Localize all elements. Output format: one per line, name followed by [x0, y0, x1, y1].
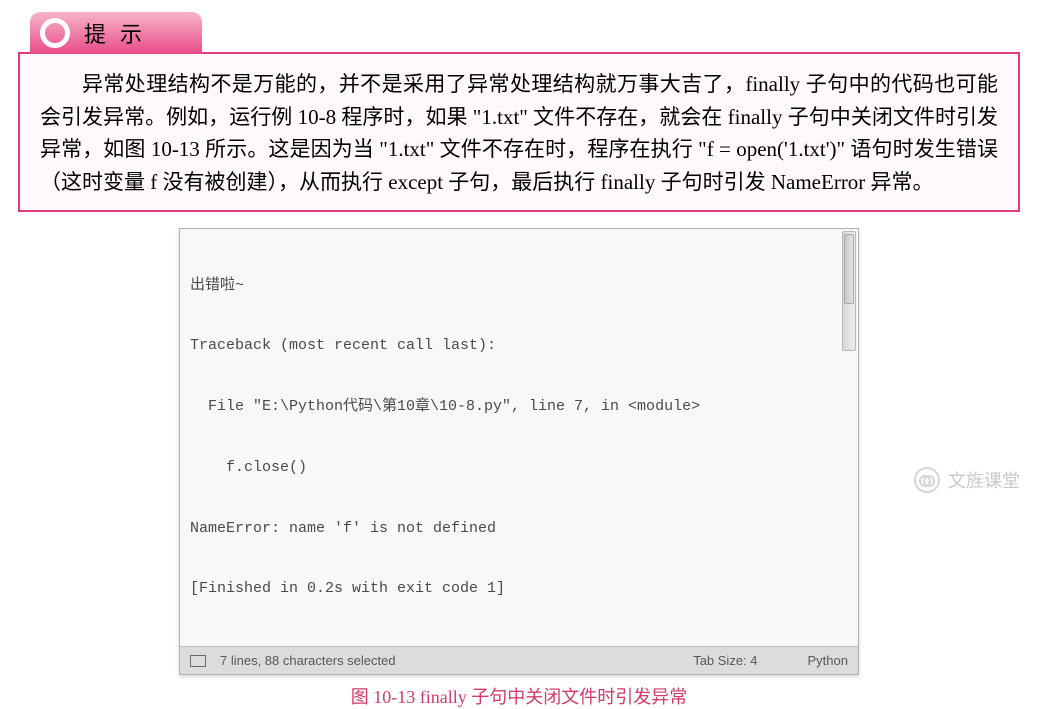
ring-icon: [40, 18, 70, 48]
output-line: File "E:\Python代码\第10章\10-8.py", line 7,…: [190, 397, 848, 417]
scrollbar-thumb[interactable]: [844, 234, 854, 304]
figure-caption: 图 10-13 finally 子句中关闭文件时引发异常: [0, 683, 1038, 709]
status-bar: 7 lines, 88 characters selected Tab Size…: [180, 646, 858, 674]
output-line: Traceback (most recent call last):: [190, 336, 848, 356]
watermark: 文旌课堂: [914, 467, 1020, 493]
callout-tab: 提示: [30, 12, 202, 54]
scrollbar[interactable]: [842, 231, 856, 351]
watermark-text: 文旌课堂: [948, 467, 1020, 493]
callout-box: 异常处理结构不是万能的，并不是采用了异常处理结构就万事大吉了，finally 子…: [18, 52, 1020, 212]
wechat-icon: [914, 467, 940, 493]
output-line: NameError: name 'f' is not defined: [190, 519, 848, 539]
code-output-body: 出错啦~ Traceback (most recent call last): …: [180, 229, 858, 646]
output-line: f.close(): [190, 458, 848, 478]
output-line: [Finished in 0.2s with exit code 1]: [190, 579, 848, 599]
status-syntax[interactable]: Python: [808, 653, 848, 668]
status-selection[interactable]: 7 lines, 88 characters selected: [220, 653, 396, 668]
output-line: 出错啦~: [190, 276, 848, 296]
status-tabsize[interactable]: Tab Size: 4: [693, 653, 757, 668]
code-output-panel: 出错啦~ Traceback (most recent call last): …: [179, 228, 859, 675]
callout-body-text: 异常处理结构不是万能的，并不是采用了异常处理结构就万事大吉了，finally 子…: [40, 68, 998, 198]
callout-tab-label: 提示: [84, 17, 156, 49]
panels-icon[interactable]: [190, 655, 206, 667]
